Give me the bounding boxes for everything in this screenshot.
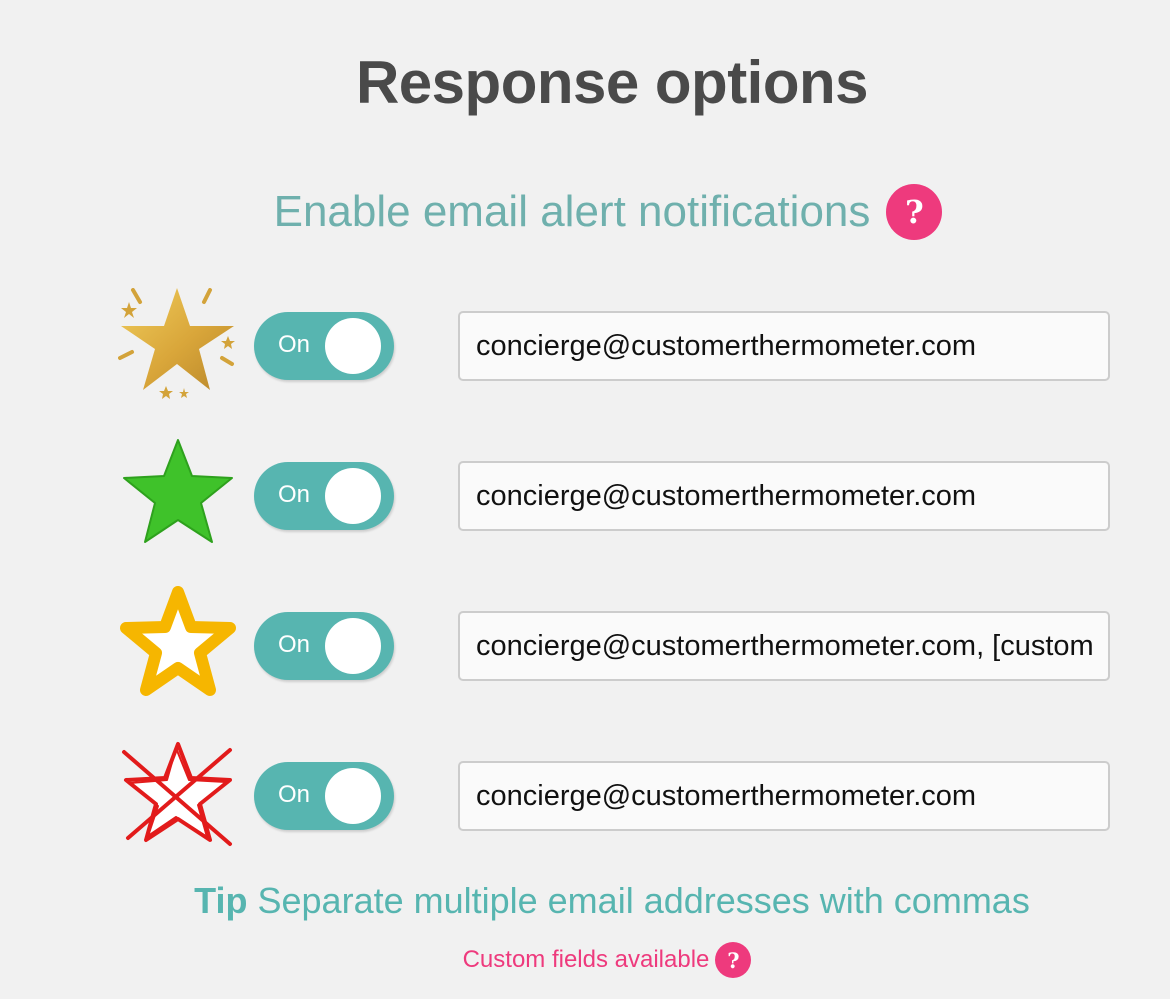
- tip-text: Tip Separate multiple email addresses wi…: [0, 880, 1170, 922]
- alert-row-green: On: [0, 439, 1170, 546]
- alert-email-input-gold[interactable]: [458, 311, 1110, 381]
- toggle-knob: [325, 318, 381, 374]
- custom-fields-row: Custom fields available ?: [0, 942, 1170, 978]
- toggle-knob: [325, 618, 381, 674]
- alert-email-input-red[interactable]: [458, 761, 1110, 831]
- tip-message: Separate multiple email addresses with c…: [257, 880, 1030, 921]
- alert-toggle-gold[interactable]: On: [254, 312, 394, 380]
- alert-row-gold: On: [0, 288, 1170, 399]
- email-alerts-heading: Enable email alert notifications ?: [0, 184, 1170, 240]
- yellow-outline-star-icon: [120, 586, 236, 696]
- page-title: Response options: [355, 49, 869, 116]
- toggle-knob: [325, 768, 381, 824]
- alert-toggle-green[interactable]: On: [254, 462, 394, 530]
- alert-email-input-green[interactable]: [458, 461, 1110, 531]
- red-crossed-star-icon: [122, 742, 232, 846]
- tip-label: Tip: [194, 880, 248, 921]
- toggle-state-label: On: [278, 481, 311, 508]
- alert-toggle-yellow[interactable]: On: [254, 612, 394, 680]
- toggle-state-label: On: [278, 781, 311, 808]
- email-alerts-help-icon[interactable]: ?: [886, 184, 943, 240]
- green-star-icon: [123, 439, 233, 543]
- alert-email-input-yellow[interactable]: [458, 611, 1110, 681]
- gold-sparkle-star-icon: [118, 288, 235, 399]
- toggle-knob: [325, 468, 381, 524]
- toggle-state-label: On: [278, 631, 311, 658]
- toggle-state-label: On: [278, 331, 311, 358]
- email-alerts-subtitle: Enable email alert notifications: [273, 187, 871, 236]
- alert-row-yellow: On: [0, 586, 1170, 696]
- custom-fields-help-icon[interactable]: ?: [715, 942, 752, 978]
- alert-toggle-red[interactable]: On: [254, 762, 394, 830]
- alert-row-red: On: [0, 742, 1170, 846]
- custom-fields-link[interactable]: Custom fields available: [463, 946, 710, 974]
